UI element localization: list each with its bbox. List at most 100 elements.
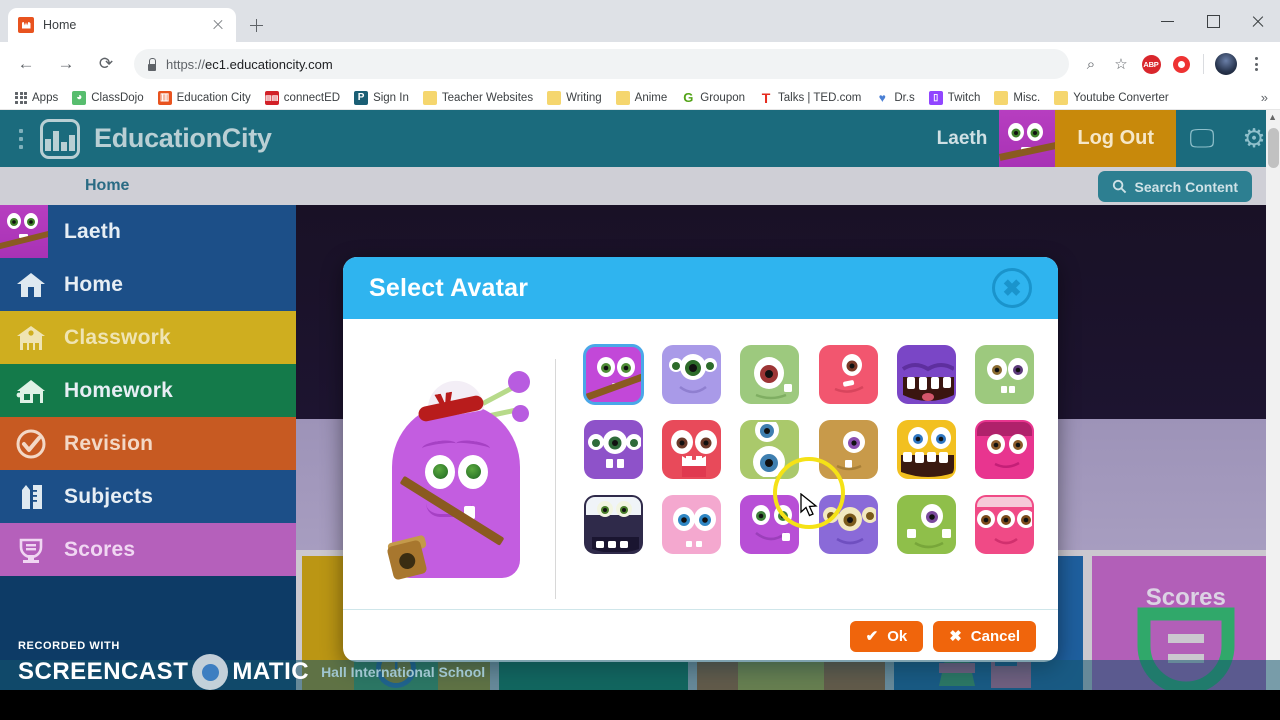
- purple-monster-icon: [380, 363, 530, 581]
- avatar-option-pink-one-eye[interactable]: [818, 345, 878, 404]
- bookmark-label: Writing: [566, 91, 602, 104]
- sidebar-item-home[interactable]: Home: [0, 258, 296, 311]
- window-controls: [1145, 0, 1280, 42]
- bookmark-sign-in[interactable]: P Sign In: [347, 87, 416, 109]
- ok-button[interactable]: ✔ Ok: [849, 620, 924, 652]
- tabstrip: Home: [0, 8, 270, 42]
- ted-icon: T: [761, 89, 771, 106]
- window-close-button[interactable]: [1235, 0, 1280, 42]
- user-area: Laeth Log Out 🖵 ⚙: [937, 110, 1280, 167]
- educationcity-icon: ▥: [157, 90, 172, 105]
- abp-badge: ABP: [1141, 54, 1161, 74]
- bookmark-writing[interactable]: Writing: [540, 87, 609, 109]
- browser-titlebar: Home: [0, 0, 1280, 42]
- bookmark-drs[interactable]: ♥ Dr.s: [868, 87, 921, 109]
- bookmark-education-city[interactable]: ▥ Education City: [151, 87, 258, 109]
- reload-icon[interactable]: ⟳: [91, 49, 121, 79]
- bookmark-teacher-websites[interactable]: Teacher Websites: [416, 87, 540, 109]
- sidebar-item-laeth[interactable]: . Laeth: [0, 205, 296, 258]
- cancel-label: Cancel: [970, 627, 1020, 645]
- school-name-label: Hall International School: [321, 664, 486, 680]
- avatar-option-lavender-three-eyes[interactable]: [661, 345, 721, 404]
- sidebar-item-subjects[interactable]: Subjects: [0, 470, 296, 523]
- forward-icon[interactable]: →: [51, 49, 81, 79]
- sidebar-label: Scores: [64, 537, 136, 561]
- folder-icon: [547, 90, 562, 105]
- sidebar-label: Homework: [64, 378, 173, 402]
- back-icon[interactable]: ←: [11, 49, 41, 79]
- avatar-option-yellow-toothy[interactable]: [896, 420, 956, 479]
- groupon-icon: G: [683, 90, 694, 105]
- scrollbar-thumb[interactable]: [1268, 128, 1279, 168]
- chrome-menu-icon[interactable]: [1242, 50, 1270, 78]
- bookmark-twitch[interactable]: ▯ Twitch: [922, 87, 988, 109]
- signin-icon: P: [354, 90, 369, 105]
- avatar-option-pink-three-eyes[interactable]: [975, 495, 1035, 554]
- sidebar-item-scores[interactable]: Scores: [0, 523, 296, 576]
- bookmark-connected[interactable]: ▤▤ connectED: [258, 87, 347, 109]
- zoom-icon[interactable]: ⌕: [1077, 50, 1105, 78]
- ruler-pencil-icon: [14, 480, 48, 514]
- avatar-option-green-two-eyes[interactable]: [975, 345, 1035, 404]
- sidebar-avatar-icon: [0, 205, 54, 258]
- search-content-label: Search Content: [1134, 178, 1238, 195]
- bookmark-anime[interactable]: Anime: [609, 87, 675, 109]
- search-content-button[interactable]: Search Content: [1097, 171, 1252, 202]
- extension-record-icon[interactable]: [1167, 50, 1195, 78]
- screencast-watermark: RECORDED WITH SCREENCAST MATIC Hall Inte…: [0, 640, 485, 690]
- toolbar-divider: [1203, 54, 1204, 74]
- bookmark-label: Apps: [32, 91, 59, 104]
- extension-adblock-icon[interactable]: ABP: [1137, 50, 1165, 78]
- dialog-body: [343, 319, 1058, 609]
- bookmark-label: Sign In: [373, 91, 409, 104]
- page-content: EducationCity Laeth Log Out 🖵 ⚙ Home Sea…: [0, 110, 1280, 720]
- bookmark-star-icon[interactable]: ☆: [1107, 50, 1135, 78]
- avatar-option-green-one-eye-teeth[interactable]: [896, 495, 956, 554]
- monitor-icon[interactable]: 🖵: [1176, 110, 1228, 167]
- avatar-option-dark-navy-antenna[interactable]: [583, 495, 643, 554]
- cancel-button[interactable]: ✖ Cancel: [933, 620, 1036, 652]
- new-tab-button[interactable]: [242, 11, 270, 39]
- sidebar-item-classwork[interactable]: Classwork: [0, 311, 296, 364]
- close-icon[interactable]: ✖: [992, 268, 1032, 308]
- tab-close-icon[interactable]: [210, 17, 226, 33]
- avatar-option-green-cyclops[interactable]: [740, 345, 800, 404]
- bookmark-misc[interactable]: Misc.: [987, 87, 1047, 109]
- user-avatar[interactable]: [999, 110, 1056, 167]
- bookmark-classdojo[interactable]: ◕ ClassDojo: [65, 87, 150, 109]
- profile-avatar[interactable]: [1212, 50, 1240, 78]
- select-avatar-dialog: Select Avatar ✖ ✔ Ok ✖ Cancel: [343, 257, 1058, 662]
- folder-icon: [615, 90, 630, 105]
- bookmark-apps[interactable]: Apps: [8, 87, 65, 109]
- avatar-option-violet-three-eyes[interactable]: [583, 420, 643, 479]
- avatar-option-purple-big-teeth[interactable]: [896, 345, 956, 404]
- bookmark-youtube-converter[interactable]: Youtube Converter: [1047, 87, 1175, 109]
- avatar-option-pink-blue-eyes[interactable]: [661, 495, 721, 554]
- bookmarks-overflow-icon[interactable]: »: [1261, 90, 1272, 105]
- connected-icon: ▤▤: [264, 90, 279, 105]
- logout-button[interactable]: Log Out: [1055, 110, 1176, 167]
- screencast-logo-icon: [192, 654, 229, 690]
- sidebar-item-homework[interactable]: Homework: [0, 364, 296, 417]
- scroll-up-icon[interactable]: ▲: [1268, 112, 1277, 122]
- browser-tab[interactable]: Home: [8, 8, 236, 42]
- window-minimize-button[interactable]: [1145, 0, 1190, 42]
- address-bar[interactable]: https://ec1.educationcity.com: [134, 49, 1069, 79]
- sidebar-label: Home: [64, 272, 124, 296]
- menu-grip-icon[interactable]: [8, 128, 34, 149]
- tab-favicon-icon: [18, 17, 34, 33]
- avatar-option-magenta-monster[interactable]: [975, 420, 1035, 479]
- avatar-option-purple-monster-sash[interactable]: [583, 345, 643, 404]
- twitch-icon: ▯: [928, 90, 943, 105]
- subnav-home-tab[interactable]: Home: [85, 177, 129, 195]
- bookmark-groupon[interactable]: G Groupon: [674, 87, 752, 109]
- sidebar-item-revision[interactable]: Revision: [0, 417, 296, 470]
- sidebar-label: Classwork: [64, 325, 171, 349]
- sidebar-label: Subjects: [64, 484, 154, 508]
- page-scrollbar[interactable]: ▲: [1266, 110, 1280, 720]
- window-maximize-button[interactable]: [1190, 0, 1235, 42]
- bookmark-ted[interactable]: T Talks | TED.com: [752, 87, 868, 109]
- avatar-option-red-wide-eyes[interactable]: [661, 420, 721, 479]
- toolbar-right-actions: ⌕ ☆ ABP: [1077, 50, 1274, 78]
- bookmark-label: connectED: [283, 91, 341, 104]
